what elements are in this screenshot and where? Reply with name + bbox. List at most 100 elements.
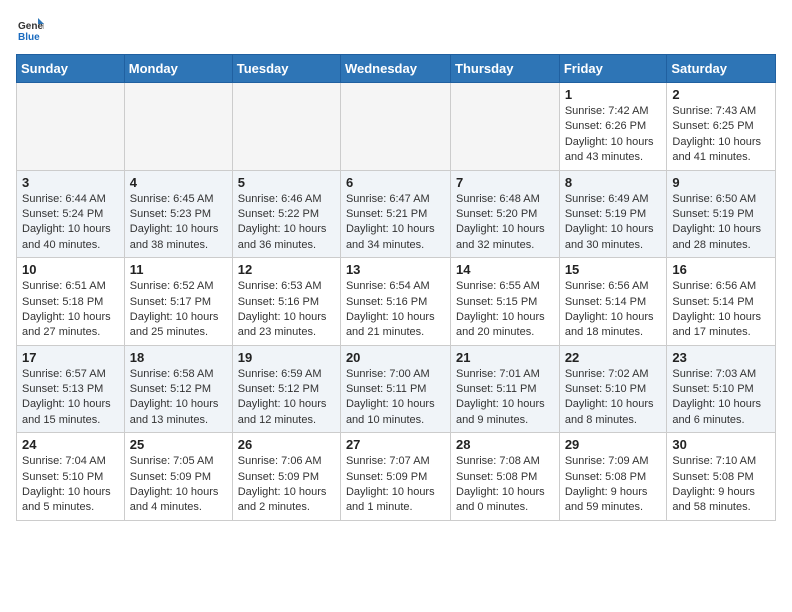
- weekday-header-sunday: Sunday: [17, 55, 125, 83]
- day-number: 17: [22, 350, 119, 365]
- calendar-week-row: 1 Sunrise: 7:42 AM Sunset: 6:26 PM Daylig…: [17, 83, 776, 171]
- calendar-week-row: 3 Sunrise: 6:44 AM Sunset: 5:24 PM Daylig…: [17, 170, 776, 258]
- day-number: 25: [130, 437, 227, 452]
- day-number: 29: [565, 437, 662, 452]
- day-info: Sunrise: 6:56 AM Sunset: 5:14 PM Dayligh…: [565, 279, 662, 341]
- day-number: 2: [672, 87, 770, 102]
- day-info: Sunrise: 6:57 AM Sunset: 5:13 PM Dayligh…: [22, 367, 119, 429]
- calendar-cell: 10 Sunrise: 6:51 AM Sunset: 5:18 PM Dayli…: [17, 258, 125, 346]
- day-info: Sunrise: 6:58 AM Sunset: 5:12 PM Dayligh…: [130, 367, 227, 429]
- calendar-cell: 2 Sunrise: 7:43 AM Sunset: 6:25 PM Daylig…: [667, 83, 776, 171]
- day-number: 27: [346, 437, 445, 452]
- day-info: Sunrise: 7:10 AM Sunset: 5:08 PM Dayligh…: [672, 454, 770, 516]
- day-number: 10: [22, 262, 119, 277]
- calendar-cell: 18 Sunrise: 6:58 AM Sunset: 5:12 PM Dayli…: [124, 345, 232, 433]
- day-info: Sunrise: 7:00 AM Sunset: 5:11 PM Dayligh…: [346, 367, 445, 429]
- calendar-cell: 11 Sunrise: 6:52 AM Sunset: 5:17 PM Dayli…: [124, 258, 232, 346]
- day-info: Sunrise: 7:02 AM Sunset: 5:10 PM Dayligh…: [565, 367, 662, 429]
- day-info: Sunrise: 6:49 AM Sunset: 5:19 PM Dayligh…: [565, 192, 662, 254]
- day-number: 28: [456, 437, 554, 452]
- calendar-cell: 1 Sunrise: 7:42 AM Sunset: 6:26 PM Daylig…: [559, 83, 667, 171]
- day-number: 20: [346, 350, 445, 365]
- calendar-cell: [17, 83, 125, 171]
- day-number: 26: [238, 437, 335, 452]
- calendar-cell: 13 Sunrise: 6:54 AM Sunset: 5:16 PM Dayli…: [340, 258, 450, 346]
- calendar-cell: 23 Sunrise: 7:03 AM Sunset: 5:10 PM Dayli…: [667, 345, 776, 433]
- day-number: 16: [672, 262, 770, 277]
- day-number: 18: [130, 350, 227, 365]
- calendar-cell: 30 Sunrise: 7:10 AM Sunset: 5:08 PM Dayli…: [667, 433, 776, 521]
- calendar-cell: 22 Sunrise: 7:02 AM Sunset: 5:10 PM Dayli…: [559, 345, 667, 433]
- day-number: 9: [672, 175, 770, 190]
- day-number: 13: [346, 262, 445, 277]
- weekday-header-friday: Friday: [559, 55, 667, 83]
- day-number: 6: [346, 175, 445, 190]
- day-number: 11: [130, 262, 227, 277]
- calendar-cell: 17 Sunrise: 6:57 AM Sunset: 5:13 PM Dayli…: [17, 345, 125, 433]
- calendar-cell: 16 Sunrise: 6:56 AM Sunset: 5:14 PM Dayli…: [667, 258, 776, 346]
- day-number: 21: [456, 350, 554, 365]
- day-number: 8: [565, 175, 662, 190]
- calendar-week-row: 17 Sunrise: 6:57 AM Sunset: 5:13 PM Dayli…: [17, 345, 776, 433]
- day-info: Sunrise: 6:44 AM Sunset: 5:24 PM Dayligh…: [22, 192, 119, 254]
- day-info: Sunrise: 6:55 AM Sunset: 5:15 PM Dayligh…: [456, 279, 554, 341]
- day-number: 3: [22, 175, 119, 190]
- day-info: Sunrise: 6:47 AM Sunset: 5:21 PM Dayligh…: [346, 192, 445, 254]
- weekday-header-saturday: Saturday: [667, 55, 776, 83]
- day-number: 7: [456, 175, 554, 190]
- calendar-table: SundayMondayTuesdayWednesdayThursdayFrid…: [16, 54, 776, 521]
- day-info: Sunrise: 7:03 AM Sunset: 5:10 PM Dayligh…: [672, 367, 770, 429]
- day-info: Sunrise: 7:09 AM Sunset: 5:08 PM Dayligh…: [565, 454, 662, 516]
- day-info: Sunrise: 6:45 AM Sunset: 5:23 PM Dayligh…: [130, 192, 227, 254]
- day-number: 4: [130, 175, 227, 190]
- weekday-header-row: SundayMondayTuesdayWednesdayThursdayFrid…: [17, 55, 776, 83]
- svg-text:Blue: Blue: [18, 32, 40, 43]
- weekday-header-thursday: Thursday: [451, 55, 560, 83]
- calendar-cell: 27 Sunrise: 7:07 AM Sunset: 5:09 PM Dayli…: [340, 433, 450, 521]
- day-info: Sunrise: 7:06 AM Sunset: 5:09 PM Dayligh…: [238, 454, 335, 516]
- day-info: Sunrise: 7:01 AM Sunset: 5:11 PM Dayligh…: [456, 367, 554, 429]
- calendar-cell: [340, 83, 450, 171]
- calendar-cell: 6 Sunrise: 6:47 AM Sunset: 5:21 PM Daylig…: [340, 170, 450, 258]
- calendar-cell: 9 Sunrise: 6:50 AM Sunset: 5:19 PM Daylig…: [667, 170, 776, 258]
- day-info: Sunrise: 7:08 AM Sunset: 5:08 PM Dayligh…: [456, 454, 554, 516]
- day-info: Sunrise: 6:51 AM Sunset: 5:18 PM Dayligh…: [22, 279, 119, 341]
- day-info: Sunrise: 6:46 AM Sunset: 5:22 PM Dayligh…: [238, 192, 335, 254]
- calendar-cell: 20 Sunrise: 7:00 AM Sunset: 5:11 PM Dayli…: [340, 345, 450, 433]
- calendar-cell: 24Sunrise: 7:04 AM Sunset: 5:10 PM Dayli…: [17, 433, 125, 521]
- header: General Blue: [16, 16, 776, 44]
- day-info: Sunrise: 7:07 AM Sunset: 5:09 PM Dayligh…: [346, 454, 445, 516]
- day-info: Sunrise: 7:43 AM Sunset: 6:25 PM Dayligh…: [672, 104, 770, 166]
- day-number: 1: [565, 87, 662, 102]
- calendar-week-row: 24Sunrise: 7:04 AM Sunset: 5:10 PM Dayli…: [17, 433, 776, 521]
- day-info: Sunrise: 6:52 AM Sunset: 5:17 PM Dayligh…: [130, 279, 227, 341]
- calendar-cell: [232, 83, 340, 171]
- day-number: 12: [238, 262, 335, 277]
- calendar-week-row: 10 Sunrise: 6:51 AM Sunset: 5:18 PM Dayli…: [17, 258, 776, 346]
- day-number: 24: [22, 437, 119, 452]
- calendar-cell: 8 Sunrise: 6:49 AM Sunset: 5:19 PM Daylig…: [559, 170, 667, 258]
- day-number: 23: [672, 350, 770, 365]
- calendar-cell: [124, 83, 232, 171]
- calendar-cell: 15Sunrise: 6:56 AM Sunset: 5:14 PM Dayli…: [559, 258, 667, 346]
- day-info: Sunrise: 6:50 AM Sunset: 5:19 PM Dayligh…: [672, 192, 770, 254]
- day-info: Sunrise: 6:59 AM Sunset: 5:12 PM Dayligh…: [238, 367, 335, 429]
- calendar-cell: 28 Sunrise: 7:08 AM Sunset: 5:08 PM Dayli…: [451, 433, 560, 521]
- weekday-header-monday: Monday: [124, 55, 232, 83]
- logo: General Blue: [16, 16, 48, 44]
- day-info: Sunrise: 7:42 AM Sunset: 6:26 PM Dayligh…: [565, 104, 662, 166]
- calendar-cell: [451, 83, 560, 171]
- weekday-header-wednesday: Wednesday: [340, 55, 450, 83]
- weekday-header-tuesday: Tuesday: [232, 55, 340, 83]
- day-info: Sunrise: 6:54 AM Sunset: 5:16 PM Dayligh…: [346, 279, 445, 341]
- calendar-cell: 19 Sunrise: 6:59 AM Sunset: 5:12 PM Dayli…: [232, 345, 340, 433]
- day-info: Sunrise: 6:48 AM Sunset: 5:20 PM Dayligh…: [456, 192, 554, 254]
- calendar-cell: 21 Sunrise: 7:01 AM Sunset: 5:11 PM Dayli…: [451, 345, 560, 433]
- day-info: Sunrise: 6:53 AM Sunset: 5:16 PM Dayligh…: [238, 279, 335, 341]
- day-number: 30: [672, 437, 770, 452]
- day-info: Sunrise: 6:56 AM Sunset: 5:14 PM Dayligh…: [672, 279, 770, 341]
- logo-icon: General Blue: [16, 16, 44, 44]
- calendar-cell: 5Sunrise: 6:46 AM Sunset: 5:22 PM Daylig…: [232, 170, 340, 258]
- day-number: 19: [238, 350, 335, 365]
- day-number: 22: [565, 350, 662, 365]
